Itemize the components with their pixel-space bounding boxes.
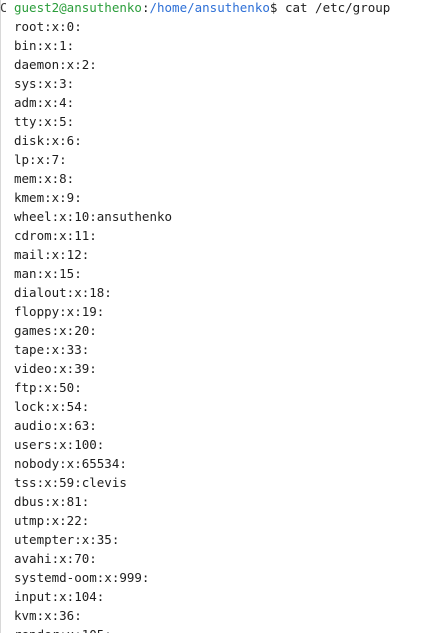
output-line: audio:x:63: [14,418,97,433]
output-line: ftp:x:50: [14,380,82,395]
output-line: tape:x:33: [14,342,90,357]
prompt-path: /home/ansuthenko [149,0,270,15]
output-line: users:x:100: [14,437,105,452]
terminal-window[interactable]: C guest2@ansuthenko:/home/ansuthenko$ ca… [0,0,425,633]
output-line: kvm:x:36: [14,608,82,623]
output-line: lp:x:7: [14,152,67,167]
output-line: sys:x:3: [14,76,75,91]
command-output: root:x:0: bin:x:1: daemon:x:2: sys:x:3: adm:… [14,17,172,633]
output-line: dialout:x:18: [14,285,112,300]
output-line: man:x:15: [14,266,82,281]
output-line: wheel:x:10:ansuthenko [14,209,173,224]
output-line: kmem:x:9: [14,190,82,205]
clipped-glyph: C [0,1,6,15]
output-line: adm:x:4: [14,95,75,110]
output-line: lock:x:54: [14,399,90,414]
output-line: systemd-oom:x:999: [14,570,150,585]
output-line: avahi:x:70: [14,551,97,566]
output-line: dbus:x:81: [14,494,90,509]
output-line: cdrom:x:11: [14,228,97,243]
output-line: render:x:105: [14,625,172,633]
output-line: utmp:x:22: [14,513,90,528]
output-line: nobody:x:65534: [14,456,127,471]
prompt-symbol: $ [269,0,278,15]
output-line: tss:x:59:clevis [14,475,127,490]
output-line: floppy:x:19: [14,304,105,319]
output-line: utempter:x:35: [14,532,120,547]
output-line: daemon:x:2: [14,57,97,72]
output-line: input:x:104: [14,589,105,604]
prompt-command: cat /etc/group [284,0,391,15]
output-line: video:x:39: [14,361,97,376]
output-line: tty:x:5: [14,114,75,129]
window-edge [0,0,1,633]
output-line: games:x:20: [14,323,97,338]
output-line: mail:x:12: [14,247,90,262]
output-line: root:x:0: [14,19,82,34]
output-line: disk:x:6: [14,133,82,148]
output-line: mem:x:8: [14,171,75,186]
output-line: bin:x:1: [14,38,75,53]
prompt-line: guest2@ansuthenko:/home/ansuthenko$ cat … [14,0,390,17]
prompt-user-host: guest2@ansuthenko [14,0,142,15]
